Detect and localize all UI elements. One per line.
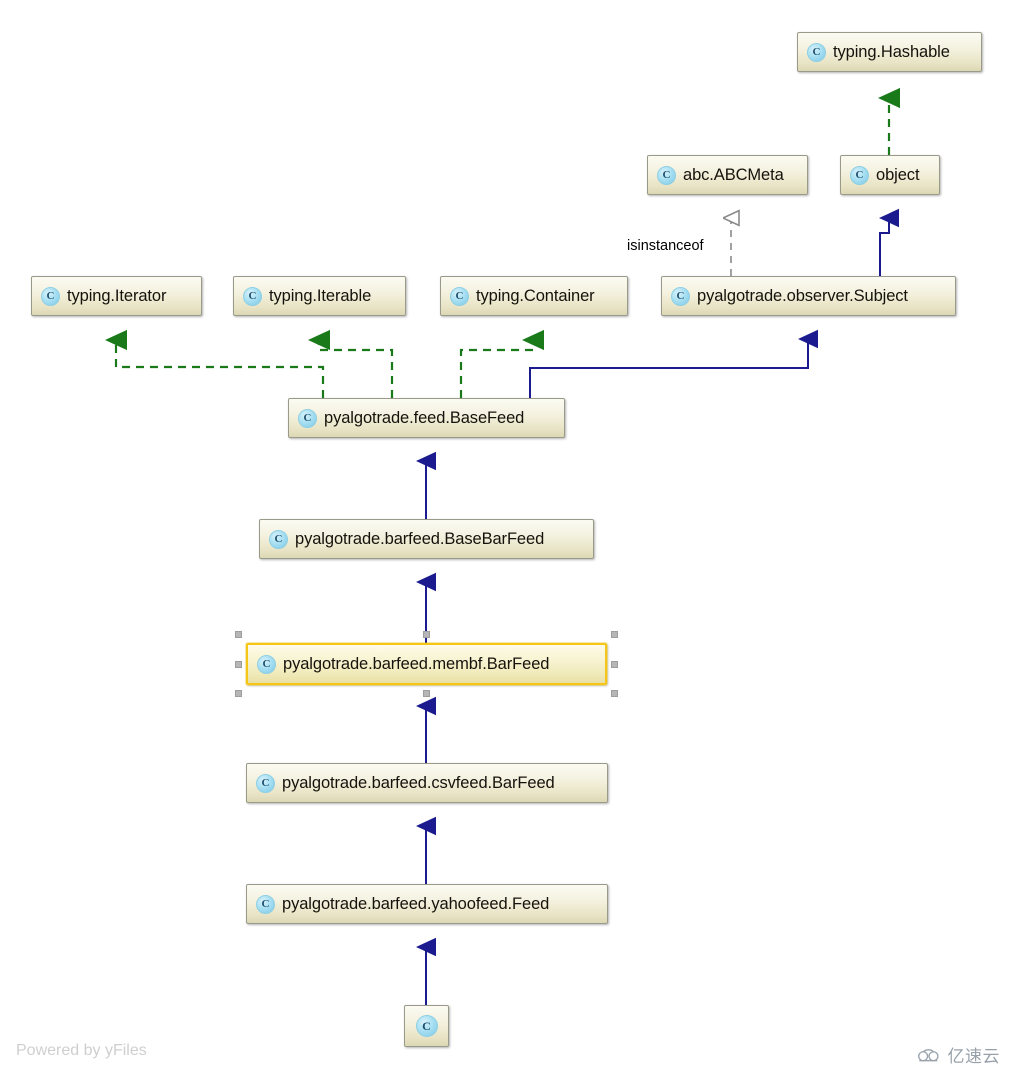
class-node-label: pyalgotrade.feed.BaseFeed xyxy=(324,408,525,427)
class-node-unnamed[interactable]: C xyxy=(404,1005,449,1047)
class-node-abc-abcmeta[interactable]: C abc.ABCMeta xyxy=(647,155,808,195)
class-icon: C xyxy=(243,286,262,306)
edge-basefeed-to-container xyxy=(459,329,544,398)
edge-basefeed-to-iterable xyxy=(308,329,394,398)
class-node-label: pyalgotrade.barfeed.BaseBarFeed xyxy=(295,529,545,548)
class-node-pyalgotrade-barfeed-csvfeed-barfeed[interactable]: C pyalgotrade.barfeed.csvfeed.BarFeed xyxy=(246,763,608,803)
class-node-label: pyalgotrade.barfeed.membf.BarFeed xyxy=(283,654,550,673)
class-node-typing-hashable[interactable]: C typing.Hashable xyxy=(797,32,982,72)
class-icon: C xyxy=(850,165,869,185)
class-node-label: pyalgotrade.observer.Subject xyxy=(697,286,908,305)
class-node-typing-iterable[interactable]: C typing.Iterable xyxy=(233,276,406,316)
selection-handle-bottom-right[interactable] xyxy=(611,690,618,697)
selection-handle-bottom-left[interactable] xyxy=(235,690,242,697)
class-icon: C xyxy=(41,286,60,306)
selection-handle-middle-left[interactable] xyxy=(235,661,242,668)
selection-handle-bottom-center[interactable] xyxy=(423,690,430,697)
selection-handle-top-right[interactable] xyxy=(611,631,618,638)
edge-basefeed-to-subject xyxy=(529,329,818,398)
brand-watermark-text: 亿速云 xyxy=(947,1047,1000,1067)
class-node-object[interactable]: C object xyxy=(840,155,940,195)
class-node-label: typing.Container xyxy=(476,286,595,305)
edge-label-isinstanceof: isinstanceof xyxy=(627,238,704,254)
class-icon: C xyxy=(256,894,275,914)
class-node-label: typing.Hashable xyxy=(833,42,950,61)
class-icon: C xyxy=(450,286,469,306)
edge-basefeed-to-iterator xyxy=(105,329,325,398)
class-node-pyalgotrade-barfeed-yahoofeed-feed[interactable]: C pyalgotrade.barfeed.yahoofeed.Feed xyxy=(246,884,608,924)
cloud-icon xyxy=(917,1048,939,1061)
class-icon: C xyxy=(256,773,275,793)
class-icon: C xyxy=(807,42,826,62)
class-node-label: typing.Iterable xyxy=(269,286,372,305)
class-icon: C xyxy=(671,286,690,306)
class-node-typing-container[interactable]: C typing.Container xyxy=(440,276,628,316)
class-node-label: pyalgotrade.barfeed.csvfeed.BarFeed xyxy=(282,773,555,792)
class-node-typing-iterator[interactable]: C typing.Iterator xyxy=(31,276,202,316)
diagram-canvas[interactable]: isinstanceof C typing.Hashable C abc.ABC… xyxy=(0,0,1014,1078)
class-node-pyalgotrade-feed-basefeed[interactable]: C pyalgotrade.feed.BaseFeed xyxy=(288,398,565,438)
class-node-label: typing.Iterator xyxy=(67,286,167,305)
yfiles-watermark: Powered by yFiles xyxy=(16,1042,147,1059)
class-node-label: pyalgotrade.barfeed.yahoofeed.Feed xyxy=(282,894,550,913)
class-node-pyalgotrade-barfeed-membf-barfeed[interactable]: C pyalgotrade.barfeed.membf.BarFeed xyxy=(246,643,607,685)
class-icon: C xyxy=(269,529,288,549)
selection-handle-top-center[interactable] xyxy=(423,631,430,638)
brand-watermark: 亿速云 xyxy=(916,1042,1001,1067)
class-icon: C xyxy=(657,165,676,185)
class-node-pyalgotrade-barfeed-basebarfeed[interactable]: C pyalgotrade.barfeed.BaseBarFeed xyxy=(259,519,594,559)
edge-subject-to-object xyxy=(879,208,899,276)
selection-handle-top-left[interactable] xyxy=(235,631,242,638)
class-node-label: object xyxy=(876,165,920,184)
class-node-label: abc.ABCMeta xyxy=(683,165,784,184)
selection-handle-middle-right[interactable] xyxy=(611,661,618,668)
class-icon: C xyxy=(415,1015,438,1037)
class-node-pyalgotrade-observer-subject[interactable]: C pyalgotrade.observer.Subject xyxy=(661,276,956,316)
class-icon: C xyxy=(298,408,317,428)
class-icon: C xyxy=(257,654,276,674)
